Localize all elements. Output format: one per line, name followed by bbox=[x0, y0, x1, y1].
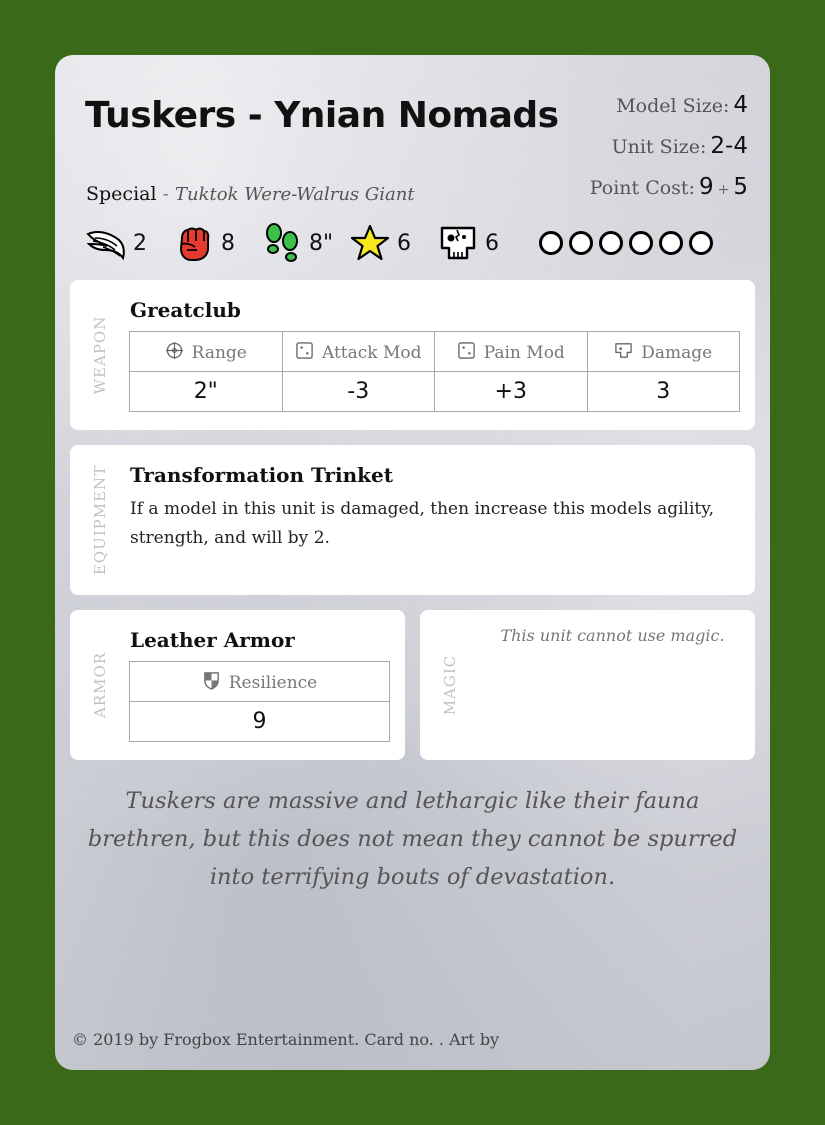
equipment-panel: EQUIPMENT Transformation Trinket If a mo… bbox=[70, 445, 755, 595]
section-label: EQUIPMENT bbox=[70, 445, 130, 595]
wound-box[interactable] bbox=[689, 231, 713, 255]
stat-extra-value: 5 bbox=[733, 174, 748, 200]
damage-header: Damage bbox=[586, 331, 740, 372]
resilience-value: 9 bbox=[129, 701, 390, 742]
point-cost-stat: Point Cost: 9 +5 bbox=[590, 167, 748, 208]
die-icon bbox=[457, 341, 475, 359]
header-label: Pain Mod bbox=[483, 342, 565, 363]
magic-section-label: MAGIC bbox=[441, 654, 459, 716]
attribute-row: 2 8 8" 6 6 bbox=[85, 222, 719, 264]
wound-box[interactable] bbox=[539, 231, 563, 255]
attack-mod-header: Attack Mod bbox=[281, 331, 435, 372]
attribute-value: 2 bbox=[133, 230, 147, 256]
stat-value: 2-4 bbox=[710, 133, 748, 159]
star-icon bbox=[350, 224, 390, 261]
agility-attribute: 2 bbox=[85, 222, 163, 264]
shield-icon bbox=[203, 671, 219, 690]
fist-icon bbox=[179, 227, 210, 261]
table-header-row: Range Attack Mod Pain Mod Damage bbox=[129, 331, 740, 372]
wing-icon bbox=[86, 231, 125, 261]
attribute-value: 8" bbox=[309, 230, 334, 256]
wound-track bbox=[539, 231, 719, 255]
armor-name: Leather Armor bbox=[130, 628, 295, 652]
skull-icon bbox=[440, 226, 476, 260]
attribute-value: 8 bbox=[221, 230, 235, 256]
damage-icon bbox=[615, 342, 633, 358]
weapon-name: Greatclub bbox=[130, 298, 241, 322]
unit-size-stat: Unit Size: 2-4 bbox=[590, 126, 748, 167]
unit-title: Tuskers - Ynian Nomads bbox=[85, 95, 559, 136]
wound-box[interactable] bbox=[599, 231, 623, 255]
equipment-section-label: EQUIPMENT bbox=[91, 464, 109, 576]
magic-panel: MAGIC This unit cannot use magic. bbox=[420, 610, 755, 760]
plus-sign: + bbox=[717, 182, 730, 198]
header-label: Attack Mod bbox=[321, 342, 422, 363]
wound-box[interactable] bbox=[629, 231, 653, 255]
model-size-stat: Model Size: 4 bbox=[590, 85, 748, 126]
range-value: 2" bbox=[129, 371, 283, 412]
equipment-name: Transformation Trinket bbox=[130, 463, 393, 487]
header-label: Damage bbox=[641, 342, 713, 363]
armor-section-label: ARMOR bbox=[91, 651, 109, 719]
crosshair-icon bbox=[165, 341, 183, 359]
special-dash: - bbox=[156, 183, 176, 205]
wound-box[interactable] bbox=[569, 231, 593, 255]
strength-attribute: 8 bbox=[173, 222, 251, 264]
section-label: MAGIC bbox=[420, 610, 480, 760]
attack-mod-value: -3 bbox=[281, 371, 435, 412]
weapon-panel: WEAPON Greatclub Range Attack Mod Pain M… bbox=[70, 280, 755, 430]
resilience-header: Resilience bbox=[129, 661, 390, 702]
pain-mod-value: +3 bbox=[434, 371, 588, 412]
health-attribute: 6 bbox=[437, 222, 515, 264]
stat-label: Point Cost: bbox=[589, 177, 695, 199]
equipment-description: If a model in this unit is damaged, then… bbox=[130, 499, 714, 548]
flavor-text: Tuskers are massive and lethargic like t… bbox=[87, 788, 738, 890]
stat-value: 9 bbox=[698, 174, 714, 200]
will-attribute: 6 bbox=[349, 222, 427, 264]
movement-attribute: 8" bbox=[261, 222, 339, 264]
die-icon bbox=[296, 341, 313, 359]
section-label: ARMOR bbox=[70, 610, 130, 760]
stat-label: Unit Size: bbox=[611, 136, 707, 158]
stat-value: 4 bbox=[733, 92, 748, 118]
unit-stats: Model Size: 4 Unit Size: 2-4 Point Cost: 9 +… bbox=[590, 85, 748, 208]
wound-box[interactable] bbox=[659, 231, 683, 255]
special-rule: Special - Tuktok Were-Walrus Giant bbox=[86, 183, 415, 205]
table-value-row: 9 bbox=[129, 701, 390, 742]
weapon-section-label: WEAPON bbox=[91, 315, 109, 395]
special-label: Special bbox=[86, 183, 157, 205]
header-label: Range bbox=[191, 342, 247, 363]
armor-stat-table: Resilience 9 bbox=[129, 661, 390, 742]
stat-label: Model Size: bbox=[616, 95, 730, 117]
magic-text: This unit cannot use magic. bbox=[500, 626, 725, 645]
armor-panel: ARMOR Leather Armor Resilience 9 bbox=[70, 610, 405, 760]
weapon-stat-table: Range Attack Mod Pain Mod Damage 2" -3 +… bbox=[129, 331, 740, 412]
table-value-row: 2" -3 +3 3 bbox=[129, 371, 740, 412]
attribute-value: 6 bbox=[397, 230, 411, 256]
pain-mod-header: Pain Mod bbox=[434, 331, 588, 372]
unit-card: Tuskers - Ynian Nomads Model Size: 4 Unit… bbox=[55, 55, 770, 1070]
footprints-icon bbox=[266, 223, 298, 262]
section-label: WEAPON bbox=[70, 280, 130, 430]
range-header: Range bbox=[129, 331, 283, 372]
attribute-value: 6 bbox=[485, 230, 499, 256]
damage-value: 3 bbox=[586, 371, 740, 412]
header-label: Resilience bbox=[228, 672, 318, 693]
table-header-row: Resilience bbox=[129, 661, 390, 702]
special-value: Tuktok Were-Walrus Giant bbox=[175, 184, 415, 205]
copyright-footer: © 2019 by Frogbox Entertainment. Card no… bbox=[72, 1030, 500, 1049]
